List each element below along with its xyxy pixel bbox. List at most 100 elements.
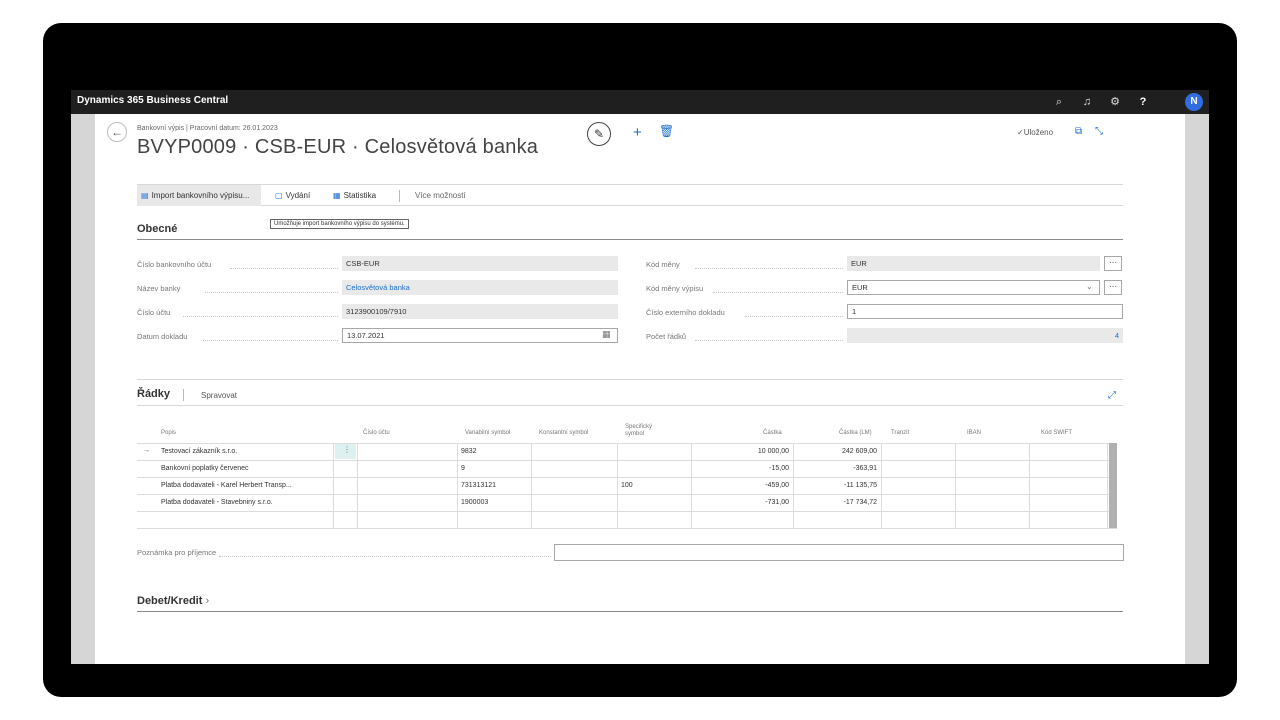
lines-tabs-line — [137, 405, 1123, 406]
open-new-window-icon[interactable]: ⧉ — [1075, 126, 1082, 137]
divider — [183, 389, 184, 401]
action-bar: ▤ Import bankovního výpisu... ▢ Vydání ▦ St… — [137, 184, 1123, 206]
left-backdrop — [71, 114, 95, 664]
leader-dots — [205, 292, 338, 293]
import-icon: ▤ — [141, 191, 149, 200]
leader-dots — [713, 292, 843, 293]
currency-code-label: Kód měny — [646, 260, 680, 269]
leader-dots — [230, 268, 338, 269]
statement-currency-select[interactable]: EUR — [847, 280, 1100, 295]
statistics-icon: ▦ — [333, 191, 341, 200]
lines-scrollbar[interactable] — [1109, 443, 1117, 528]
document-date-label: Datum dokladu — [137, 332, 188, 341]
lines-section-title[interactable]: Řádky — [137, 388, 170, 400]
device-frame: Dynamics 365 Business Central ⌕ ♫ ⚙ ? N … — [43, 23, 1237, 697]
note-label: Poznámka pro příjemce — [137, 548, 217, 557]
column-header-amount-lcy[interactable]: Částka (LM) — [839, 430, 872, 436]
release-button[interactable]: ▢ Vydání — [275, 191, 310, 200]
line-count-field: 4 — [847, 328, 1123, 343]
current-row-arrow-icon: → — [143, 447, 150, 454]
account-no-label: Číslo účtu — [137, 308, 171, 317]
column-header-swift-code[interactable]: Kód SWIFT — [1041, 430, 1072, 436]
collapse-icon[interactable]: ⤡ — [1095, 126, 1103, 137]
gear-icon[interactable]: ⚙ — [1107, 94, 1123, 110]
column-header-constant-symbol[interactable]: Konstantní symbol — [539, 430, 588, 436]
row-specific-symbol[interactable]: 100 — [621, 482, 633, 489]
row-amount[interactable]: 10 000,00 — [695, 448, 789, 455]
edit-button[interactable]: ✎ — [587, 122, 611, 146]
lines-top-line — [137, 379, 1123, 380]
debit-credit-section-line — [137, 611, 1123, 612]
avatar[interactable]: N — [1185, 93, 1203, 111]
row-variable-symbol[interactable]: 9 — [461, 465, 465, 472]
import-statement-button[interactable]: ▤ Import bankovního výpisu... — [141, 191, 249, 200]
delete-icon[interactable]: 🗑 — [659, 124, 674, 138]
row-amount-lcy[interactable]: -363,91 — [795, 465, 877, 472]
currency-code-field[interactable]: EUR — [847, 256, 1100, 271]
line-count-value: 4 — [1114, 331, 1119, 340]
leader-dots — [695, 268, 843, 269]
statement-currency-more-button[interactable]: ⋯ — [1104, 280, 1122, 295]
column-header-transit[interactable]: Tranzit — [891, 430, 909, 436]
app-window: Dynamics 365 Business Central ⌕ ♫ ⚙ ? N … — [71, 90, 1209, 664]
row-variable-symbol[interactable]: 1900003 — [461, 499, 488, 506]
bank-account-no-field[interactable]: CSB-EUR — [342, 256, 618, 271]
external-doc-label: Číslo externího dokladu — [646, 308, 725, 317]
general-section-line — [137, 239, 1123, 240]
row-amount-lcy[interactable]: -17 734,72 — [795, 499, 877, 506]
statement-currency-label: Kód měny výpisu — [646, 284, 704, 293]
debit-credit-section-title[interactable]: Debet/Kredit › — [137, 595, 209, 607]
column-header-account-no[interactable]: Číslo účtu — [363, 430, 390, 436]
leader-dots — [183, 316, 338, 317]
top-navigation-bar: Dynamics 365 Business Central ⌕ ♫ ⚙ ? N — [71, 90, 1209, 114]
row-variable-symbol[interactable]: 731313121 — [461, 482, 496, 489]
more-options-button[interactable]: Více možností — [415, 191, 466, 200]
help-icon[interactable]: ? — [1135, 94, 1151, 110]
saved-status: ✓Uloženo — [1017, 128, 1054, 137]
breadcrumb: Bankovní výpis | Pracovní datum: 26.01.2… — [137, 125, 278, 132]
document-icon: ▢ — [275, 191, 283, 200]
bank-statement-card: ← Bankovní výpis | Pracovní datum: 26.01… — [95, 114, 1185, 664]
chevron-right-icon: › — [202, 595, 210, 607]
right-backdrop — [1185, 114, 1209, 664]
general-section-title[interactable]: Obecné — [137, 223, 177, 235]
back-button[interactable]: ← — [107, 122, 127, 142]
statistics-button[interactable]: ▦ Statistika — [333, 191, 376, 200]
new-button[interactable]: + — [633, 124, 642, 141]
leader-dots — [219, 556, 551, 557]
note-field[interactable] — [554, 544, 1124, 561]
row-amount-lcy[interactable]: -11 135,75 — [795, 482, 877, 489]
column-header-iban[interactable]: IBAN — [967, 430, 981, 436]
row-description[interactable]: Platba dodavateli - Stavebniny s.r.o. — [161, 499, 273, 506]
tooltip: Umožňuje import bankovního výpisu do sys… — [270, 219, 409, 229]
row-amount[interactable]: -15,00 — [695, 465, 789, 472]
row-action-menu-button[interactable]: ⋮ — [335, 444, 356, 459]
account-no-field[interactable]: 3123900109/7910 — [342, 304, 618, 319]
column-header-amount[interactable]: Částka — [763, 430, 782, 436]
row-amount-lcy[interactable]: 242 609,00 — [795, 448, 877, 455]
currency-code-more-button[interactable]: ⋯ — [1104, 256, 1122, 271]
bank-name-field[interactable]: Celosvětová banka — [342, 280, 618, 295]
row-amount[interactable]: -731,00 — [695, 499, 789, 506]
leader-dots — [745, 316, 843, 317]
external-doc-field[interactable]: 1 — [847, 304, 1123, 319]
calendar-icon[interactable]: ▦ — [602, 329, 611, 340]
bell-icon[interactable]: ♫ — [1079, 94, 1095, 110]
search-icon[interactable]: ⌕ — [1051, 94, 1067, 110]
bank-account-no-label: Číslo bankovního účtu — [137, 260, 212, 269]
row-variable-symbol[interactable]: 9832 — [461, 448, 477, 455]
more-vertical-icon: ⋮ — [343, 445, 351, 454]
chevron-down-icon[interactable]: ⌄ — [1086, 282, 1093, 291]
row-description[interactable]: Bankovní poplatky červenec — [161, 465, 249, 472]
leader-dots — [695, 340, 843, 341]
row-description[interactable]: Testovací zákazník s.r.o. — [161, 448, 237, 455]
expand-icon[interactable]: ⤢ — [1108, 390, 1116, 401]
column-header-description[interactable]: Popis — [161, 430, 176, 436]
row-description[interactable]: Platba dodavateli - Karel Herbert Transp… — [161, 482, 292, 489]
column-header-specific-symbol[interactable]: Specifický symbol — [625, 424, 665, 438]
document-date-field[interactable]: 13.07.2021 — [342, 328, 618, 343]
page-title: BVYP0009 · CSB-EUR · Celosvětová banka — [137, 136, 539, 158]
column-header-variable-symbol[interactable]: Variabilní symbol — [465, 430, 510, 436]
row-amount[interactable]: -459,00 — [695, 482, 789, 489]
tab-manage[interactable]: Spravovat — [201, 391, 237, 400]
